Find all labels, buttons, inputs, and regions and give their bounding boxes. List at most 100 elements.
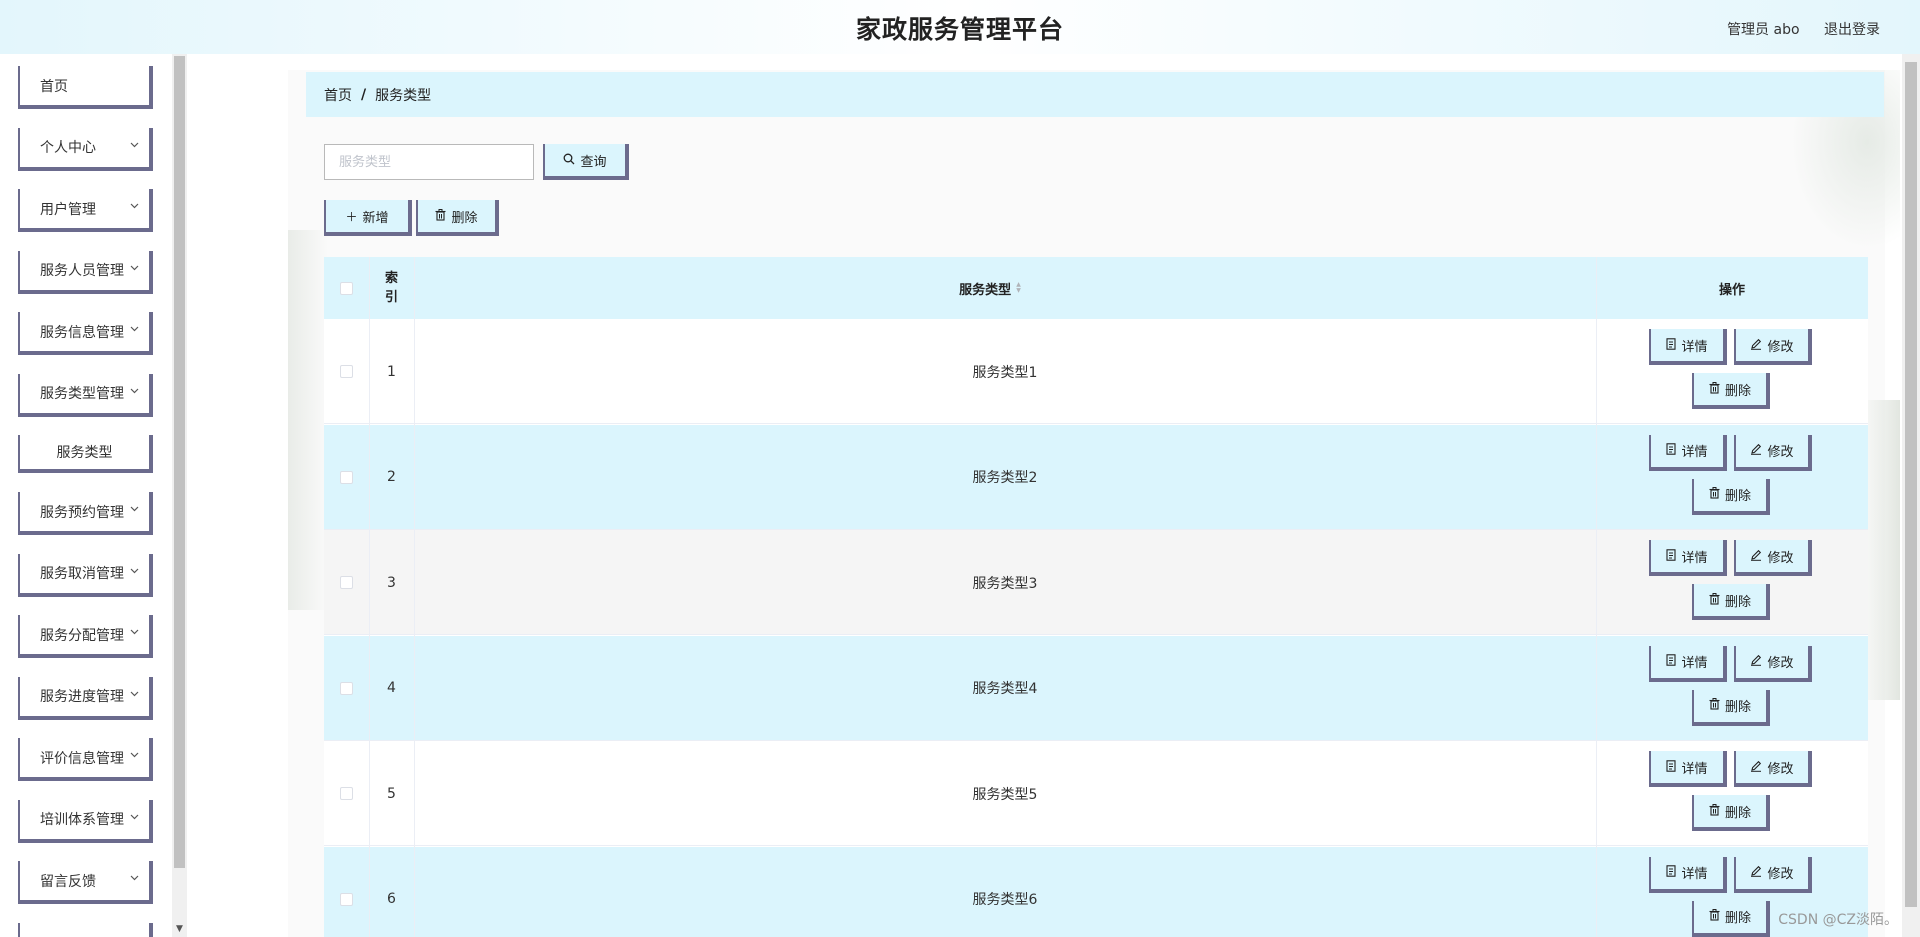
pencil-icon bbox=[1750, 654, 1762, 669]
add-button[interactable]: ＋ 新增 bbox=[324, 200, 412, 236]
row-index: 1 bbox=[387, 363, 396, 380]
scroll-down-arrow-icon[interactable]: ▼ bbox=[172, 922, 187, 937]
edit-button[interactable]: 修改 bbox=[1734, 434, 1812, 471]
row-service-type: 服务类型3 bbox=[972, 575, 1038, 592]
sidebar-item[interactable]: 服务类型管理 bbox=[18, 373, 153, 417]
sidebar-subitem[interactable]: 服务类型 bbox=[18, 435, 153, 473]
sidebar-item[interactable]: 用户管理 bbox=[18, 189, 153, 232]
column-divider bbox=[369, 257, 370, 937]
delete-button[interactable]: 删除 bbox=[1692, 900, 1770, 937]
detail-button-label: 详情 bbox=[1681, 656, 1708, 671]
row-service-type: 服务类型5 bbox=[972, 786, 1038, 803]
delete-button-label: 删除 bbox=[1724, 805, 1751, 821]
sidebar-scroll-thumb[interactable] bbox=[174, 56, 185, 868]
chevron-down-icon bbox=[130, 812, 139, 823]
detail-button[interactable]: 详情 bbox=[1649, 645, 1727, 682]
trash-icon bbox=[1709, 803, 1720, 819]
page-scroll-thumb[interactable] bbox=[1905, 62, 1917, 907]
row-index: 4 bbox=[387, 680, 396, 696]
delete-button-label: 删除 bbox=[1724, 383, 1751, 399]
sidebar-item[interactable]: 个人中心 bbox=[18, 127, 153, 171]
trash-icon bbox=[1709, 909, 1720, 924]
edit-button-label: 修改 bbox=[1767, 761, 1794, 777]
detail-button[interactable]: 详情 bbox=[1649, 540, 1727, 576]
table-row: 2 服务类型2 详情 修改 删除 bbox=[324, 424, 1868, 530]
table-row: 1 服务类型1 详情 修改 删除 bbox=[324, 319, 1868, 424]
row-checkbox[interactable] bbox=[340, 365, 353, 378]
detail-button-label: 详情 bbox=[1681, 867, 1708, 882]
logout-link[interactable]: 退出登录 bbox=[1824, 22, 1880, 38]
document-icon bbox=[1666, 337, 1677, 353]
sidebar-item[interactable]: 服务取消管理 bbox=[18, 553, 153, 597]
row-index: 3 bbox=[387, 574, 396, 591]
delete-button-label: 删除 bbox=[1724, 700, 1751, 715]
sidebar-item[interactable]: 培训体系管理 bbox=[18, 799, 153, 843]
sidebar-item[interactable]: 服务预约管理 bbox=[18, 492, 153, 535]
row-checkbox[interactable] bbox=[340, 681, 353, 695]
edit-button[interactable]: 修改 bbox=[1734, 540, 1812, 576]
table-row: 5 服务类型5 详情 修改删除 bbox=[324, 741, 1868, 846]
edit-button[interactable]: 修改 bbox=[1734, 856, 1812, 893]
sidebar-item[interactable]: 服务分配管理 bbox=[18, 615, 153, 658]
edit-button-label: 修改 bbox=[1767, 339, 1794, 355]
batch-delete-button[interactable]: 删除 bbox=[416, 200, 499, 236]
edit-button-label: 修改 bbox=[1767, 550, 1794, 566]
search-button[interactable]: 查询 bbox=[543, 144, 629, 180]
delete-button[interactable]: 删除 bbox=[1692, 373, 1770, 409]
sidebar-item[interactable]: 评价信息管理 bbox=[18, 738, 153, 781]
table-header: 索引 服务类型 ▲ ▼ 操作 bbox=[324, 257, 1868, 319]
detail-button-label: 详情 bbox=[1681, 339, 1708, 355]
row-checkbox[interactable] bbox=[340, 576, 353, 589]
edit-button[interactable]: 修改 bbox=[1734, 329, 1812, 365]
row-checkbox[interactable] bbox=[340, 892, 353, 906]
page-scrollbar[interactable] bbox=[1902, 54, 1920, 937]
sidebar-item[interactable]: 服务信息管理 bbox=[18, 312, 153, 355]
sort-caret-icon[interactable]: ▲ ▼ bbox=[1016, 282, 1021, 294]
row-index: 5 bbox=[387, 785, 396, 802]
breadcrumb-separator: / bbox=[361, 86, 367, 103]
chevron-down-icon bbox=[130, 566, 139, 577]
row-checkbox[interactable] bbox=[340, 470, 353, 484]
sidebar-item[interactable]: 服务进度管理 bbox=[18, 676, 153, 720]
detail-button[interactable]: 详情 bbox=[1649, 856, 1727, 893]
header-index: 索引 bbox=[384, 271, 398, 305]
detail-button[interactable]: 详情 bbox=[1649, 751, 1727, 787]
sidebar-item-label: 培训体系管理 bbox=[40, 812, 124, 828]
row-checkbox-cell bbox=[324, 425, 369, 530]
edit-button[interactable]: 修改 bbox=[1734, 751, 1812, 787]
detail-button-label: 详情 bbox=[1681, 445, 1708, 460]
row-service-type: 服务类型4 bbox=[972, 681, 1038, 697]
edit-button-label: 修改 bbox=[1767, 867, 1794, 882]
sidebar-item-partial[interactable] bbox=[18, 922, 153, 937]
add-button-label: 新增 bbox=[362, 210, 389, 226]
delete-button-label: 删除 bbox=[1724, 911, 1751, 926]
sidebar-item-label: 服务预约管理 bbox=[40, 504, 124, 521]
document-icon bbox=[1666, 548, 1677, 564]
row-checkbox-cell bbox=[324, 847, 369, 937]
delete-button[interactable]: 删除 bbox=[1692, 584, 1770, 620]
detail-button[interactable]: 详情 bbox=[1649, 434, 1727, 471]
chevron-down-icon bbox=[130, 689, 139, 700]
edit-button[interactable]: 修改 bbox=[1734, 645, 1812, 682]
plus-icon: ＋ bbox=[345, 209, 358, 224]
sidebar-item-label: 用户管理 bbox=[40, 201, 96, 218]
search-input[interactable] bbox=[324, 144, 534, 180]
sidebar-item[interactable]: 留言反馈 bbox=[18, 861, 153, 904]
document-icon bbox=[1666, 443, 1677, 458]
row-checkbox-cell bbox=[324, 319, 369, 424]
leaf-decoration-left bbox=[288, 230, 328, 610]
breadcrumb-home[interactable]: 首页 bbox=[324, 85, 352, 105]
row-checkbox[interactable] bbox=[340, 787, 353, 800]
chevron-down-icon bbox=[130, 263, 139, 274]
sidebar-item[interactable]: 服务人员管理 bbox=[18, 250, 153, 294]
select-all-checkbox[interactable] bbox=[340, 281, 353, 295]
sidebar-scrollbar[interactable]: ▼ bbox=[172, 54, 187, 937]
header-service-type[interactable]: 服务类型 ▲ ▼ bbox=[414, 257, 1566, 319]
delete-button[interactable]: 删除 bbox=[1692, 478, 1770, 515]
sidebar-item[interactable]: 首页 bbox=[18, 66, 153, 109]
pencil-icon bbox=[1750, 338, 1762, 353]
delete-button[interactable]: 删除 bbox=[1692, 795, 1770, 831]
detail-button[interactable]: 详情 bbox=[1649, 329, 1727, 365]
delete-button[interactable]: 删除 bbox=[1692, 689, 1770, 726]
sidebar-item-label: 服务取消管理 bbox=[40, 566, 124, 582]
